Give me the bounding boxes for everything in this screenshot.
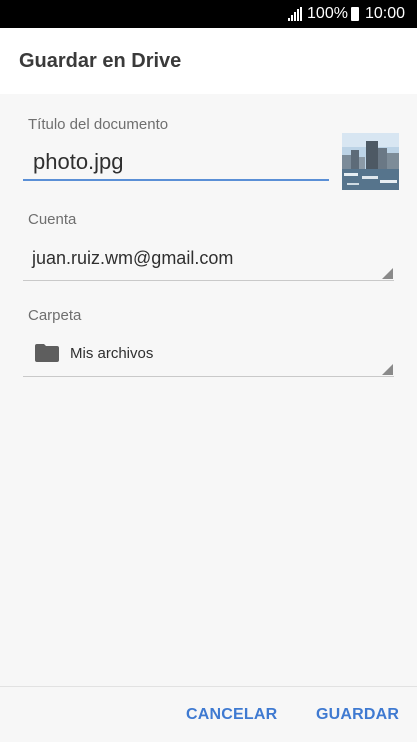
folder-label: Carpeta (28, 307, 82, 324)
folder-underline (23, 376, 394, 377)
document-title-input[interactable]: photo.jpg (33, 149, 124, 175)
folder-dropdown-arrow-icon[interactable] (382, 364, 393, 375)
account-select[interactable]: juan.ruiz.wm@gmail.com (32, 248, 233, 269)
action-bar: CANCELAR GUARDAR (0, 686, 417, 742)
account-underline (23, 280, 394, 281)
save-to-drive-screen: 100% 10:00 Guardar en Drive Título del d… (0, 0, 417, 742)
image-thumbnail (342, 133, 399, 190)
save-button[interactable]: GUARDAR (316, 706, 399, 724)
account-dropdown-arrow-icon[interactable] (382, 268, 393, 279)
status-bar: 100% 10:00 (0, 0, 417, 28)
document-title-underline (23, 179, 329, 181)
clock: 10:00 (364, 5, 405, 22)
battery-percent: 100% (307, 5, 348, 22)
folder-select[interactable]: Mis archivos (70, 345, 153, 362)
account-label: Cuenta (28, 211, 77, 228)
page-title: Guardar en Drive (19, 49, 182, 72)
document-title-label: Título del documento (28, 116, 169, 133)
battery-icon (350, 7, 359, 21)
cancel-button[interactable]: CANCELAR (186, 706, 277, 724)
signal-icon (288, 7, 304, 21)
folder-icon (35, 344, 59, 362)
app-header: Guardar en Drive (0, 28, 417, 94)
